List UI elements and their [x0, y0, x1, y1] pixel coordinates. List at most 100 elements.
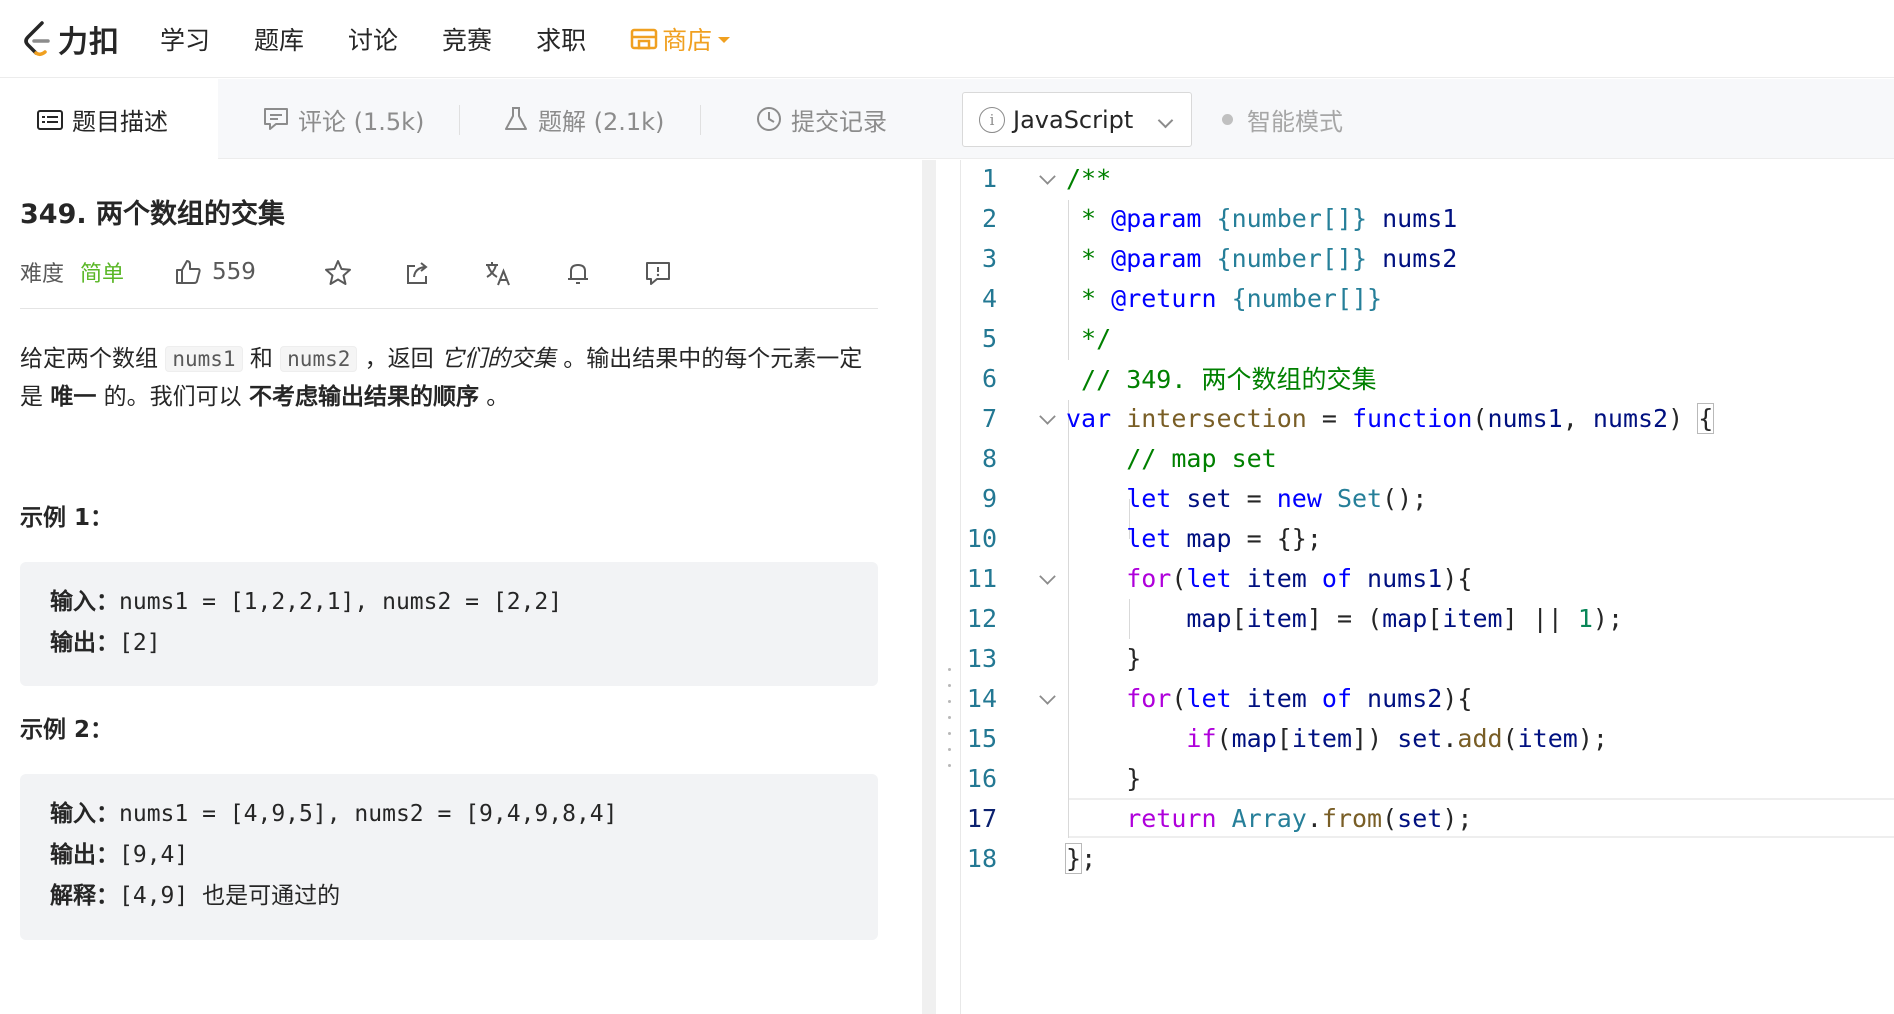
tab-submissions[interactable]: 提交记录 — [755, 79, 887, 159]
chevron-down-icon — [1157, 112, 1174, 129]
nav-item-store[interactable]: 商店 — [630, 21, 731, 57]
code-line: 16 } — [961, 758, 1894, 798]
description-emphasis: 它们的交集 — [441, 346, 556, 372]
divider — [20, 308, 878, 309]
difficulty-label: 难度 — [20, 262, 65, 287]
example-box: 输入：nums1 = [1,2,2,1], nums2 = [2,2] 输出：[… — [20, 562, 878, 686]
star-icon[interactable] — [323, 258, 353, 288]
example-explanation: 解释：[4,9] 也是可通过的 — [50, 876, 848, 917]
code-text: */ — [1066, 323, 1112, 353]
code-text: map[item] = (map[item] || 1); — [1186, 603, 1623, 633]
example-explain-label: 解释： — [50, 883, 119, 909]
code-text: for(let item of nums2){ — [1066, 683, 1473, 713]
chevron-down-icon — [718, 37, 731, 43]
code-text: * @param {number[]} nums2 — [1066, 243, 1458, 273]
nav-item-discuss[interactable]: 讨论 — [348, 21, 398, 57]
code-line: 5 */ — [961, 318, 1894, 358]
example-output-label: 输出： — [50, 842, 119, 868]
info-icon: i — [979, 106, 1005, 133]
code-line: 11 for(let item of nums1){ — [961, 558, 1894, 598]
share-icon[interactable] — [403, 258, 433, 288]
example-input: 输入：nums1 = [4,9,5], nums2 = [9,4,9,8,4] — [50, 794, 848, 835]
tab-divider — [700, 105, 701, 135]
tab-comments[interactable]: 评论 (1.5k) — [262, 79, 424, 159]
tab-comments-label: 评论 (1.5k) — [298, 107, 425, 136]
example-output-label: 输出： — [50, 630, 119, 656]
tab-description-label: 题目描述 — [72, 108, 168, 136]
fold-chevron-icon[interactable] — [1039, 688, 1056, 705]
bell-icon[interactable] — [563, 258, 593, 288]
line-number: 16 — [966, 763, 997, 793]
line-number: 1 — [981, 163, 997, 193]
comment-icon — [264, 108, 288, 130]
example-box: 输入：nums1 = [4,9,5], nums2 = [9,4,9,8,4] … — [20, 774, 878, 940]
code-text: * @param {number[]} nums1 — [1066, 203, 1458, 233]
leetcode-logo[interactable]: 力扣 — [20, 0, 120, 78]
flask-icon — [505, 107, 527, 130]
clock-icon — [757, 107, 781, 131]
leetcode-logo-icon — [24, 20, 50, 56]
nav-item-study[interactable]: 学习 — [160, 21, 210, 57]
nav-item-jobs[interactable]: 求职 — [536, 21, 586, 57]
tab-bar: 题目描述 评论 (1.5k) 题解 (2.1k) 提交记录 i JavaScri… — [0, 79, 1894, 160]
nav-item-problemset[interactable]: 题库 — [254, 21, 304, 57]
nav-item-contest[interactable]: 竞赛 — [442, 21, 492, 57]
code-line: 8 // map set — [961, 438, 1894, 478]
line-number: 12 — [966, 603, 997, 633]
tab-submissions-label: 提交记录 — [791, 107, 887, 136]
smart-mode-toggle[interactable]: 智能模式 — [1222, 79, 1343, 159]
description-text: 给定两个数组 — [20, 346, 166, 372]
store-icon — [630, 28, 658, 49]
tab-divider — [459, 105, 460, 135]
code-text: // map set — [1066, 443, 1277, 473]
tab-solutions[interactable]: 题解 (2.1k) — [502, 79, 664, 159]
language-select[interactable]: i JavaScript — [962, 92, 1192, 147]
code-line: 4 * @return {number[]} — [961, 278, 1894, 318]
code-line: 1 /** — [961, 158, 1894, 198]
grip-dot — [948, 716, 951, 719]
fold-chevron-icon[interactable] — [1039, 408, 1056, 425]
description-bold: 唯一 — [50, 384, 97, 410]
feedback-icon[interactable] — [643, 258, 673, 288]
difficulty-value: 简单 — [80, 262, 125, 287]
example-output-value: [2] — [119, 630, 161, 656]
translate-icon[interactable] — [483, 258, 513, 288]
code-line: 17 return Array.from(set); — [961, 798, 1894, 838]
line-number: 7 — [981, 403, 997, 433]
logo-text: 力扣 — [58, 24, 120, 60]
code-text: return Array.from(set); — [1066, 803, 1473, 833]
line-number: 3 — [981, 243, 997, 273]
description-text: ，返回 — [357, 346, 441, 372]
example-input-value: nums1 = [1,2,2,1], nums2 = [2,2] — [119, 589, 563, 615]
code-line: 2 * @param {number[]} nums1 — [961, 198, 1894, 238]
line-number: 8 — [981, 443, 997, 473]
line-number: 2 — [981, 203, 997, 233]
code-text: for(let item of nums1){ — [1066, 563, 1473, 593]
code-line: 10 let map = {}; — [961, 518, 1894, 558]
code-text: // 349. 两个数组的交集 — [1066, 365, 1377, 394]
tab-description[interactable]: 题目描述 — [0, 79, 218, 160]
status-dot-icon — [1222, 113, 1233, 125]
problem-panel: 349. 两个数组的交集 难度 简单 559 给定两个数组 nums1 和 nu… — [0, 160, 936, 1014]
code-text: var intersection = function(nums1, nums2… — [1066, 402, 1715, 434]
code-line: 13 } — [961, 638, 1894, 678]
inline-code: nums2 — [280, 346, 358, 372]
line-number: 6 — [981, 363, 997, 393]
fold-chevron-icon[interactable] — [1039, 568, 1056, 585]
store-label: 商店 — [662, 25, 713, 55]
code-line: 12 map[item] = (map[item] || 1); — [961, 598, 1894, 638]
line-number: 10 — [966, 523, 997, 553]
fold-chevron-icon[interactable] — [1039, 168, 1056, 185]
code-line: 3 * @param {number[]} nums2 — [961, 238, 1894, 278]
scrollbar[interactable] — [922, 160, 936, 1014]
code-editor[interactable]: 1 /** 2 * @param {number[]} nums1 3 * @p… — [960, 160, 1894, 1014]
description-icon — [37, 109, 63, 130]
like-button[interactable]: 559 — [174, 258, 256, 286]
code-line: 7 var intersection = function(nums1, num… — [961, 398, 1894, 438]
description-text: 。 — [478, 384, 510, 410]
example-input-value: nums1 = [4,9,5], nums2 = [9,4,9,8,4] — [119, 801, 618, 827]
code-line: 9 let set = new Set(); — [961, 478, 1894, 518]
example-input-label: 输入： — [50, 589, 119, 615]
example-input-label: 输入： — [50, 801, 119, 827]
code-text: } — [1066, 763, 1142, 793]
